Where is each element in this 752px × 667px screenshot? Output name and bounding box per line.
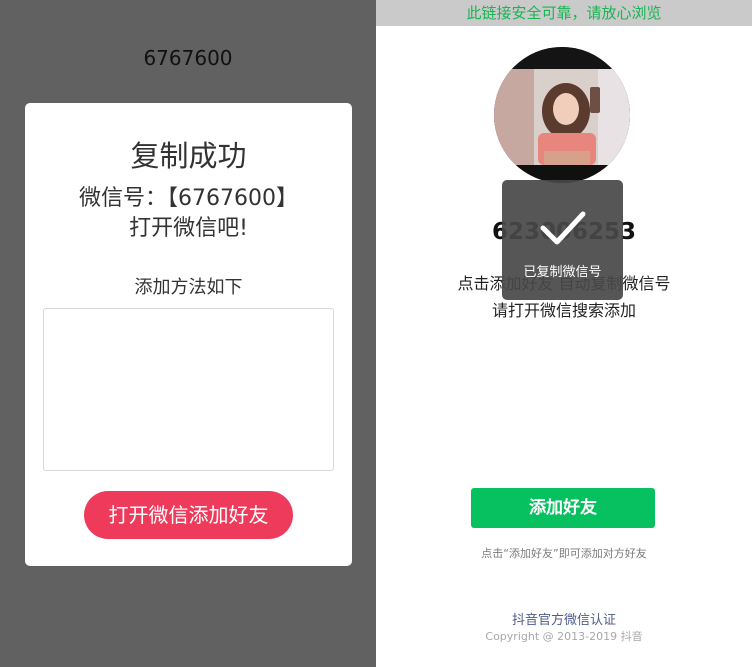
card-open-wechat-text: 打开微信吧! (129, 216, 248, 241)
add-friend-hint: 点击“添加好友”即可添加对方好友 (481, 547, 647, 560)
checkmark-icon (540, 211, 586, 245)
add-tip-line-2: 请打开微信搜索添加 (491, 301, 636, 320)
card-method-label: 添加方法如下 (134, 277, 243, 298)
copied-toast: 已复制微信号 (502, 180, 623, 300)
avatar (494, 47, 630, 183)
add-friend-button[interactable]: 添加好友 (471, 488, 655, 528)
right-panel: 此链接安全可靠，请放心浏览 623006253 点击添加好友 自动复制微信号 请… (376, 0, 752, 667)
safety-banner: 此链接安全可靠，请放心浏览 (376, 0, 752, 26)
left-panel: 6767600 复制成功 微信号：【6767600】 打开微信吧! 添加方法如下… (0, 0, 376, 667)
open-wechat-add-friend-button[interactable]: 打开微信添加好友 (84, 491, 293, 539)
toast-message: 已复制微信号 (523, 265, 602, 280)
avatar-photo-image (494, 47, 630, 183)
card-title: 复制成功 (130, 139, 247, 173)
footer-certification: 抖音官方微信认证 (511, 613, 616, 628)
top-wechat-number: 6767600 (143, 46, 233, 70)
footer-copyright: Copyright @ 2013-2019 抖音 (485, 630, 643, 643)
card-wechat-number: 微信号：【6767600】 (79, 186, 298, 211)
method-content-box (43, 308, 334, 471)
copy-success-card: 复制成功 微信号：【6767600】 打开微信吧! 添加方法如下 打开微信添加好… (25, 103, 352, 566)
